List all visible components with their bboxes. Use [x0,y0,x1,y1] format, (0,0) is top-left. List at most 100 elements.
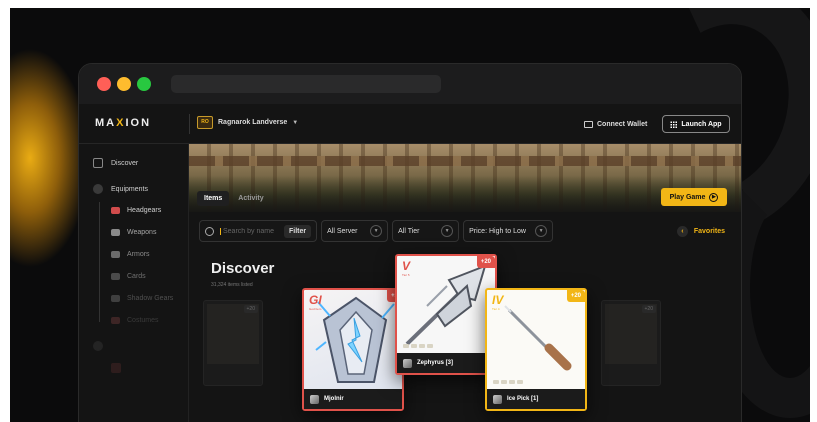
wallet-icon [584,120,593,128]
card-slot [493,380,499,384]
card-slot [419,344,425,348]
sidebar-item-label: Headgears [127,207,162,214]
item-card-ice-pick[interactable]: IV Tier 4 +20 Ice Pick [1] [485,288,587,411]
minimize-window-button[interactable] [117,77,131,91]
sidebar-item-armors[interactable]: Armors [111,251,150,258]
item-image [207,304,259,364]
tier-label: Tier 4 [492,307,500,311]
address-bar[interactable] [171,75,441,93]
tab-activity[interactable]: Activity [231,191,270,206]
tier-dropdown[interactable]: All Tier ▼ [392,220,460,242]
banner-tabs: Items Activity [197,191,271,206]
tier-label: God Item [309,307,322,311]
game-banner: Items Activity Play Game ▶ [189,144,741,212]
filter-bar: Filter All Server ▼ All Tier ▼ Price: Hi… [199,220,554,242]
sort-dropdown[interactable]: Price: High to Low ▼ [463,220,554,242]
game-selector-label: Ragnarok Landverse [218,119,288,126]
armor-icon [111,251,120,258]
marketing-stage: MAXION RO Ragnarok Landverse ▼ Connect W… [10,8,810,422]
maxion-logo[interactable]: MAXION [95,117,151,129]
search-box: Filter [199,220,318,242]
play-game-label: Play Game [669,193,706,201]
rank-label: GI [309,293,322,307]
sort-dropdown-label: Price: High to Low [469,227,526,235]
item-image [605,304,657,364]
sidebar-item-equipments[interactable]: Equipments [93,184,148,194]
play-game-button[interactable]: Play Game ▶ [661,188,727,206]
sidebar-item-discover[interactable]: Discover [93,158,138,168]
connect-wallet-label: Connect Wallet [597,120,648,128]
logo-text-end: ION [125,117,152,129]
sidebar-item-label: Armors [127,251,150,258]
sidebar-item-cards[interactable]: Cards [111,273,146,280]
chevron-down-icon: ▼ [370,225,383,237]
sidebar-item-label: Costumes [127,317,159,324]
sidebar-item-label: Discover [111,159,139,167]
submenu-guide-line [99,202,100,322]
items-listed-count: 31,324 items listed [211,282,253,288]
item-name: Mjolnir [324,396,344,402]
refine-badge: +20 [243,305,258,313]
chevron-left-icon: ‹ [676,226,688,237]
launch-app-button[interactable]: Launch App [662,115,730,133]
card-slot [501,380,507,384]
card-slots [493,380,523,384]
search-icon [205,226,214,236]
maximize-window-button[interactable] [137,77,151,91]
item-card-zephyrus[interactable]: V Tier 5 +20 Zephyrus [3] [395,254,497,375]
refine-badge: +20 [566,290,585,302]
banner-architecture [189,156,741,166]
server-dropdown[interactable]: All Server ▼ [321,220,389,242]
item-card-faded[interactable]: +20 [601,300,661,386]
costume-icon [111,317,120,324]
item-card-faded[interactable]: +20 [203,300,263,386]
sidebar-item-label: Equipments [111,185,148,193]
grid-icon [670,120,678,128]
launch-app-label: Launch App [681,120,722,128]
refine-badge: +20 [641,305,656,313]
staff-icon [403,358,412,368]
search-input[interactable] [220,227,278,235]
sword-icon [111,229,120,236]
card-slot [427,344,433,348]
faded-icon [111,363,121,373]
tier-label: Tier 5 [402,273,410,277]
card-slot [411,344,417,348]
shadow-gear-icon [111,295,120,302]
card-slot [517,380,523,384]
game-logo-icon: RO [197,116,213,129]
chevron-down-icon: ▼ [535,225,548,237]
sidebar-item-label: Weapons [127,229,157,236]
tab-items[interactable]: Items [197,191,230,206]
sidebar: Discover Equipments Headgears Weapons Ar… [79,144,189,422]
equipment-icon [93,184,103,194]
top-navigation: MAXION RO Ragnarok Landverse ▼ Connect W… [79,104,741,144]
filter-button[interactable]: Filter [284,224,312,238]
game-selector[interactable]: RO Ragnarok Landverse ▼ [197,116,298,129]
home-icon [93,158,103,168]
item-image: V Tier 5 +20 [397,256,495,356]
card-slot [509,380,515,384]
hammer-icon [310,394,319,404]
card-slots [403,344,433,348]
faded-icon [93,341,103,351]
tier-dropdown-label: All Tier [398,227,420,235]
item-footer: Mjolnir [304,389,402,409]
ice-pick-icon [493,394,502,404]
sidebar-item-weapons[interactable]: Weapons [111,229,156,236]
sidebar-item-headgears[interactable]: Headgears [111,207,161,214]
item-card-mjolnir[interactable]: GI God Item +2 Mjolnir [302,288,404,411]
sidebar-item-shadow-gears[interactable]: Shadow Gears [111,295,173,302]
card-icon [111,273,120,280]
item-image: GI God Item +2 [304,290,402,390]
sidebar-item-label: Shadow Gears [127,295,174,302]
connect-wallet-button[interactable]: Connect Wallet [584,115,647,133]
close-window-button[interactable] [97,77,111,91]
sidebar-item-faded-2 [111,363,121,373]
play-icon: ▶ [709,192,719,202]
favorites-button[interactable]: ‹ Favorites [676,226,725,237]
item-footer: Zephyrus [3] [397,353,495,373]
sidebar-item-costumes[interactable]: Costumes [111,317,159,324]
rank-label: IV [492,293,504,307]
logo-text-start: MA [95,117,117,129]
